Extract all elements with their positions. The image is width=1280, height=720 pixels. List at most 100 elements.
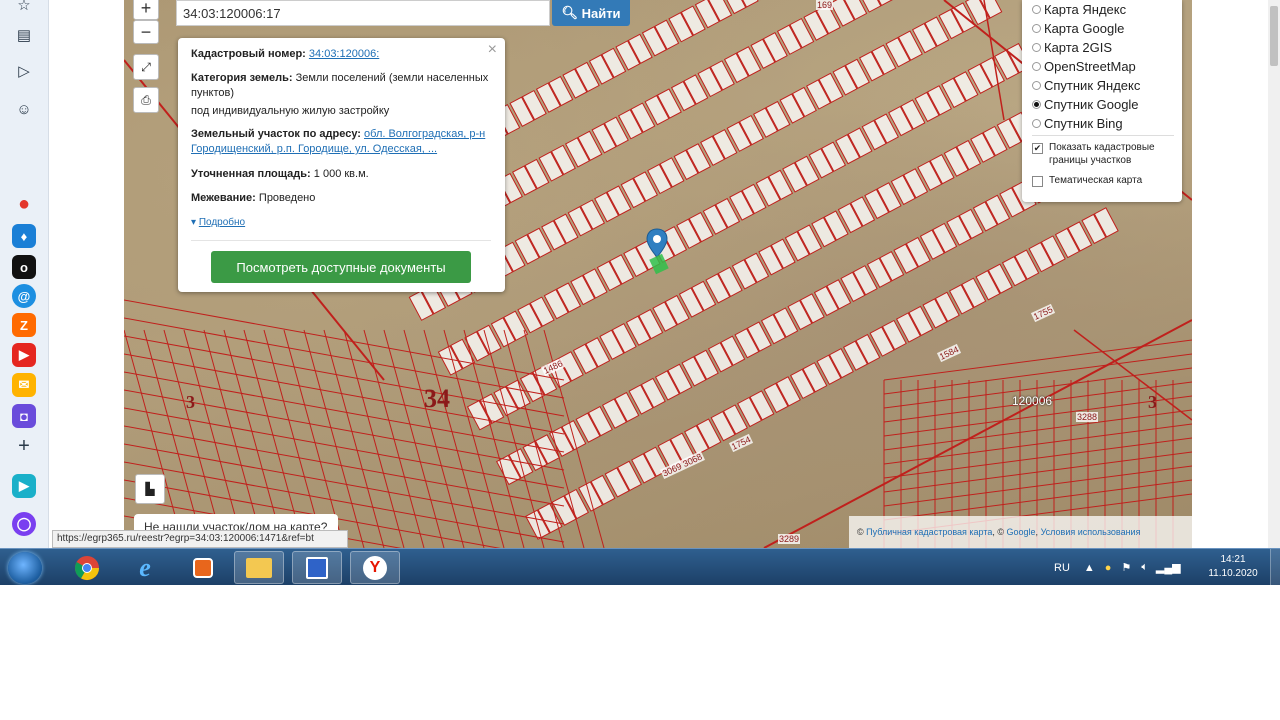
plot-info-popup: × Кадастровый номер: 34:03:120006: Кадас… [178, 38, 505, 292]
details-toggle[interactable]: ▾ Подробно [191, 215, 491, 230]
alice-dot-icon[interactable]: o [12, 255, 36, 279]
layer-label: Карта Яндекс [1044, 1, 1127, 17]
terms-link[interactable]: Условия использования [1041, 527, 1141, 537]
area-value: 1 000 кв.м. [313, 168, 369, 180]
chrome-icon[interactable] [62, 551, 112, 584]
ie-icon[interactable]: e [120, 551, 170, 584]
google-link[interactable]: Google [1007, 527, 1036, 537]
layer-2gis-map[interactable]: Карта 2GIS [1032, 38, 1112, 56]
layer-google-map[interactable]: Карта Google [1032, 19, 1124, 37]
radio-icon [1032, 61, 1041, 71]
tray-expand-icon[interactable]: ▲ [1084, 562, 1095, 574]
ruler-icon[interactable]: ▙ [135, 474, 165, 504]
view-documents-button[interactable]: Посмотреть доступные документы [211, 251, 471, 283]
mail-at-icon[interactable]: @ [12, 284, 36, 308]
cadastral-search-input[interactable]: 34:03:120006:17 [176, 0, 550, 26]
layer-label: OpenStreetMap [1044, 58, 1136, 74]
parcel-boundary [1073, 329, 1192, 421]
layer-label: Спутник Google [1044, 96, 1139, 112]
checkbox-icon [1032, 176, 1043, 187]
youtube-icon[interactable]: ▶ [12, 343, 36, 367]
explorer-icon[interactable] [234, 551, 284, 584]
copyright-sign: © [857, 527, 864, 537]
zen-icon[interactable]: Z [12, 313, 36, 337]
tray-app-icon[interactable]: ● [1105, 562, 1112, 574]
clock[interactable]: 14:21 11.10.2020 [1198, 553, 1268, 581]
thematic-map-checkbox[interactable]: Тематическая карта [1032, 174, 1142, 187]
plot-3288-label: 3288 [1076, 412, 1099, 422]
location-pin-icon[interactable] [646, 228, 668, 258]
media-player-icon[interactable] [178, 551, 228, 584]
language-indicator[interactable]: RU [1054, 562, 1070, 574]
layer-yandex-map[interactable]: Карта Яндекс [1032, 0, 1126, 18]
quarter-3-left-label: 3 [186, 392, 195, 412]
quarter-3-right-label: 3 [1148, 392, 1157, 412]
plot-169-label: 169 [816, 0, 834, 10]
screen: ☆ ▤ ▷ ☺ ● ♦ o @ Z ▶ ✉ ◘ + ▶ ◯ 34 3 3 120… [0, 0, 1280, 585]
start-button[interactable] [8, 552, 42, 584]
scrollbar-thumb[interactable] [1270, 6, 1278, 66]
layer-bing-satellite[interactable]: Спутник Bing [1032, 114, 1123, 132]
radio-icon [1032, 80, 1041, 90]
maps-pin-icon[interactable]: ● [12, 192, 36, 216]
layer-osm[interactable]: OpenStreetMap [1032, 57, 1136, 75]
map-attribution: © Публичная кадастровая карта, © Google,… [849, 516, 1192, 548]
fullscreen-icon[interactable]: ⤢ [133, 54, 159, 80]
parcel-boundary [124, 299, 565, 381]
mail-envelope-icon[interactable]: ✉ [12, 373, 36, 397]
details-link[interactable]: Подробно [199, 217, 245, 228]
alice-icon[interactable]: ◯ [12, 512, 36, 536]
show-borders-checkbox[interactable]: ✔ Показать кадастровые границы участков [1032, 141, 1172, 167]
layers-panel: Карта Яндекс Карта Google Карта 2GIS Ope… [1022, 0, 1182, 202]
plot-3289-label: 3289 [778, 534, 801, 544]
flag-icon[interactable]: ⚑ [1121, 561, 1131, 574]
add-icon[interactable]: + [10, 433, 38, 459]
pkk-link[interactable]: Публичная кадастровая карта [866, 527, 992, 537]
address-label: Земельный участок по адресу: [191, 128, 361, 140]
volume-icon[interactable]: 🔈︎ [1141, 561, 1148, 574]
market-icon[interactable]: ♦ [12, 224, 36, 248]
layer-label: Спутник Яндекс [1044, 77, 1141, 93]
page-scrollbar[interactable] [1268, 0, 1280, 548]
parcel-boundary [763, 319, 1192, 548]
radio-icon [1032, 23, 1041, 33]
messenger-icon[interactable]: ◘ [12, 404, 36, 428]
status-bar-url: https://egrp365.ru/reestr?egrp=34:03:120… [52, 530, 348, 548]
clock-date: 11.10.2020 [1208, 568, 1258, 579]
survey-label: Межевание: [191, 192, 256, 204]
parcel-boundary [463, 329, 525, 548]
forward-icon[interactable]: ▶ [12, 474, 36, 498]
system-tray: RU ▲ ● ⚑ 🔈︎ ▂▄▆ [1054, 551, 1181, 584]
search-icon: 🔍︎ [561, 5, 578, 20]
bookmark-icon[interactable]: ☆ [10, 0, 38, 18]
layer-label: Спутник Bing [1044, 115, 1123, 131]
browser-sidebar: ☆ ▤ ▷ ☺ ● ♦ o @ Z ▶ ✉ ◘ + ▶ ◯ [0, 0, 49, 548]
radio-icon [1032, 42, 1041, 52]
layer-label: Карта 2GIS [1044, 39, 1113, 55]
parcel-boundary [124, 425, 565, 507]
play-icon[interactable]: ▷ [10, 58, 38, 84]
area-label: Уточненная площадь: [191, 168, 311, 180]
caret-down-icon: ▾ [191, 217, 197, 228]
category-label-text: Категория земель: [191, 72, 293, 84]
yandex-browser-icon[interactable]: Y [350, 551, 400, 584]
search-button[interactable]: 🔍︎ Найти [552, 0, 630, 26]
layer-google-satellite[interactable]: Спутник Google [1032, 95, 1139, 113]
survey-value: Проведено [258, 192, 316, 204]
save-disk-icon[interactable] [292, 551, 342, 584]
collections-icon[interactable]: ▤ [10, 22, 38, 48]
radio-selected-icon [1032, 99, 1041, 109]
zoom-out-button[interactable]: − [133, 20, 159, 44]
layer-label: Карта Google [1044, 20, 1125, 36]
smile-icon[interactable]: ☺ [10, 96, 38, 122]
network-icon[interactable]: ▂▄▆ [1156, 561, 1181, 574]
print-icon[interactable]: ⎙ [133, 87, 159, 113]
layer-yandex-satellite[interactable]: Спутник Яндекс [1032, 76, 1140, 94]
popup-divider [191, 240, 491, 241]
show-desktop-button[interactable] [1270, 549, 1280, 585]
cad-number-link[interactable]: 34:03:120006: [309, 48, 379, 60]
cad-label: Кадастровый номер: [191, 48, 306, 60]
radio-icon [1032, 4, 1041, 14]
checkmark-icon: ✔ [1032, 143, 1043, 154]
zoom-in-button[interactable]: + [133, 0, 159, 20]
